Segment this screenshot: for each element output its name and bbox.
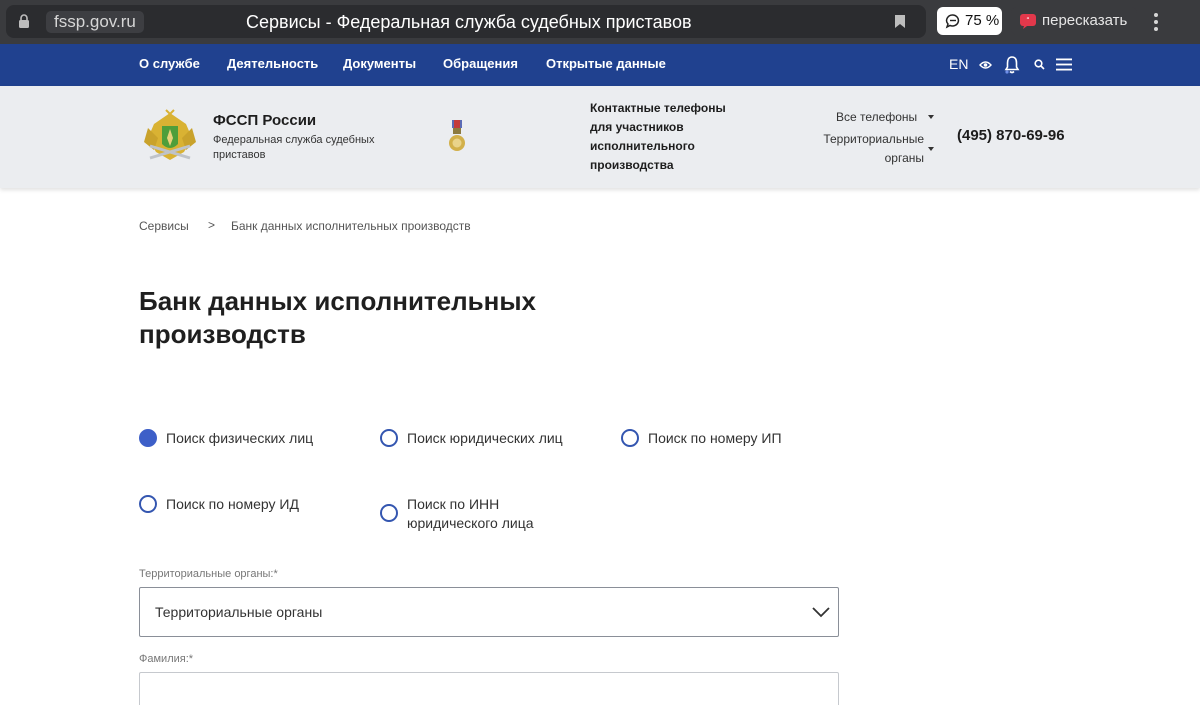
- radio-button[interactable]: [380, 504, 398, 522]
- breadcrumb-current: Банк данных исполнительных производств: [231, 219, 471, 233]
- language-switch[interactable]: EN: [949, 56, 968, 72]
- main-nav: О службе Деятельность Документы Обращени…: [0, 44, 1200, 86]
- radio-label[interactable]: Поиск по номеру ИП: [648, 429, 782, 448]
- radio-button-checked[interactable]: [139, 429, 157, 447]
- search-icon[interactable]: [1034, 59, 1045, 70]
- medal-icon: [449, 120, 465, 151]
- zoom-button[interactable]: 75 %: [937, 7, 1002, 35]
- fssp-emblem-logo[interactable]: [142, 108, 198, 166]
- contact-phones-label: Контактные телефоны для участников испол…: [590, 101, 726, 172]
- bell-icon[interactable]: [1004, 55, 1020, 75]
- chevron-down-icon[interactable]: [812, 606, 830, 618]
- territorial-dropdown[interactable]: Территориальные органы: [800, 130, 924, 168]
- retell-icon: “: [1020, 14, 1036, 29]
- nav-item-appeals[interactable]: Обращения: [443, 56, 518, 72]
- radio-label[interactable]: Поиск юридических лиц: [407, 429, 563, 448]
- radio-label[interactable]: Поиск физических лиц: [166, 429, 313, 448]
- bookmark-icon[interactable]: [894, 14, 906, 29]
- nav-item-activity[interactable]: Деятельность: [227, 56, 318, 72]
- url-domain[interactable]: fssp.gov.ru: [46, 11, 144, 33]
- address-bar[interactable]: fssp.gov.ru Сервисы - Федеральная служба…: [6, 5, 926, 38]
- lastname-input[interactable]: [139, 672, 839, 705]
- lock-icon: [19, 14, 29, 28]
- hotline-phone[interactable]: (495) 870-69-96: [957, 126, 1065, 146]
- retell-button[interactable]: “ пересказать: [1011, 7, 1137, 35]
- nav-item-documents[interactable]: Документы: [343, 56, 416, 72]
- radio-label[interactable]: Поиск по номеру ИД: [166, 495, 299, 514]
- eye-icon[interactable]: [979, 59, 992, 71]
- breadcrumb-services[interactable]: Сервисы: [139, 218, 189, 234]
- radio-button[interactable]: [380, 429, 398, 447]
- org-subtitle: Федеральная служба судебных приставов: [213, 134, 375, 161]
- radio-label[interactable]: Поиск по ИНН юридического лица: [407, 495, 557, 533]
- site-header: ФССП России Федеральная служба судебных …: [0, 86, 1200, 188]
- nav-item-open-data[interactable]: Открытые данные: [546, 56, 666, 72]
- page-title: Банк данных исполнительных производств: [139, 286, 536, 349]
- caret-down-icon[interactable]: [928, 147, 934, 151]
- org-title[interactable]: ФССП России: [213, 112, 316, 130]
- svg-text:“: “: [1027, 16, 1030, 25]
- lastname-field-label: Фамилия:*: [139, 653, 194, 665]
- territorial-select-value: Территориальные органы: [155, 604, 323, 620]
- territorial-field-label: Территориальные органы:*: [139, 568, 278, 580]
- radio-button[interactable]: [621, 429, 639, 447]
- territorial-select[interactable]: Территориальные органы: [139, 587, 839, 637]
- breadcrumb-separator: >: [208, 218, 216, 232]
- hamburger-menu-icon[interactable]: [1056, 58, 1072, 71]
- all-phones-dropdown[interactable]: Все телефоны: [836, 109, 917, 125]
- radio-button[interactable]: [139, 495, 157, 513]
- nav-item-about[interactable]: О службе: [139, 56, 200, 72]
- more-menu-icon[interactable]: [1150, 11, 1162, 33]
- browser-toolbar: fssp.gov.ru Сервисы - Федеральная служба…: [0, 0, 1200, 44]
- caret-down-icon[interactable]: [928, 115, 934, 119]
- zoom-level: 75 %: [965, 12, 1000, 29]
- page-tab-title: Сервисы - Федеральная служба судебных пр…: [246, 12, 692, 32]
- retell-label: пересказать: [1042, 12, 1128, 29]
- chat-bubble-icon: [945, 14, 960, 29]
